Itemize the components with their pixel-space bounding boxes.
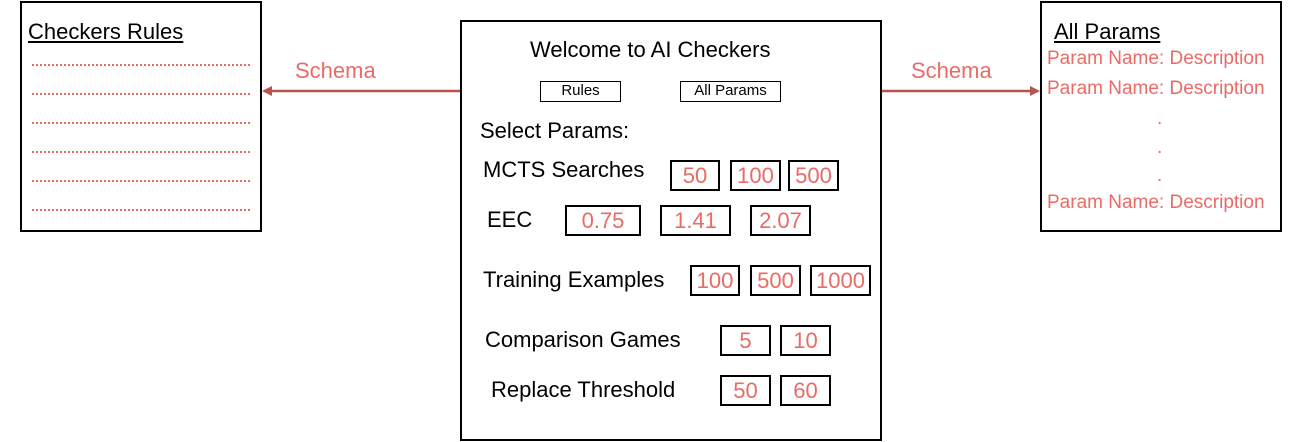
schema-label-left: Schema bbox=[295, 58, 376, 83]
checkers-rules-title: Checkers Rules bbox=[28, 19, 184, 44]
option-threshold-50[interactable]: 50 bbox=[720, 375, 771, 406]
option-comparison-5[interactable]: 5 bbox=[720, 325, 771, 356]
param-description: Param Name: Description bbox=[1047, 48, 1265, 69]
param-label-replace-threshold: Replace Threshold bbox=[491, 377, 676, 402]
main-title: Welcome to AI Checkers bbox=[530, 37, 771, 62]
select-params-label: Select Params: bbox=[480, 118, 630, 143]
rule-line bbox=[32, 93, 250, 95]
ellipsis-dot: . bbox=[1157, 165, 1163, 186]
option-eec-141[interactable]: 1.41 bbox=[660, 205, 731, 236]
param-label-eec: EEC bbox=[487, 207, 533, 232]
rule-line bbox=[32, 64, 250, 66]
option-mcts-100[interactable]: 100 bbox=[730, 160, 781, 191]
option-comparison-10[interactable]: 10 bbox=[780, 325, 831, 356]
param-label-training-examples: Training Examples bbox=[483, 267, 665, 292]
param-label-comparison-games: Comparison Games bbox=[485, 327, 681, 352]
checkers-rules-panel: Checkers Rules bbox=[20, 1, 262, 232]
param-description: Param Name: Description bbox=[1047, 78, 1265, 99]
ellipsis-dot: . bbox=[1157, 137, 1163, 158]
rule-line bbox=[32, 180, 250, 182]
rule-line bbox=[32, 122, 250, 124]
option-mcts-50[interactable]: 50 bbox=[670, 160, 720, 191]
rules-button[interactable]: Rules bbox=[540, 81, 621, 102]
rule-line bbox=[32, 151, 250, 153]
option-eec-075[interactable]: 0.75 bbox=[565, 205, 641, 236]
param-label-mcts-searches: MCTS Searches bbox=[483, 157, 645, 182]
all-params-title: All Params bbox=[1054, 19, 1161, 44]
option-mcts-500[interactable]: 500 bbox=[788, 160, 839, 191]
option-training-500[interactable]: 500 bbox=[750, 265, 801, 296]
schema-label-right: Schema bbox=[911, 58, 992, 83]
option-eec-207[interactable]: 2.07 bbox=[750, 205, 811, 236]
all-params-button[interactable]: All Params bbox=[680, 81, 781, 102]
option-training-1000[interactable]: 1000 bbox=[810, 265, 871, 296]
param-description: Param Name: Description bbox=[1047, 192, 1265, 213]
ellipsis-dot: . bbox=[1157, 108, 1163, 129]
option-training-100[interactable]: 100 bbox=[690, 265, 740, 296]
option-threshold-60[interactable]: 60 bbox=[780, 375, 831, 406]
rule-line bbox=[32, 209, 250, 211]
